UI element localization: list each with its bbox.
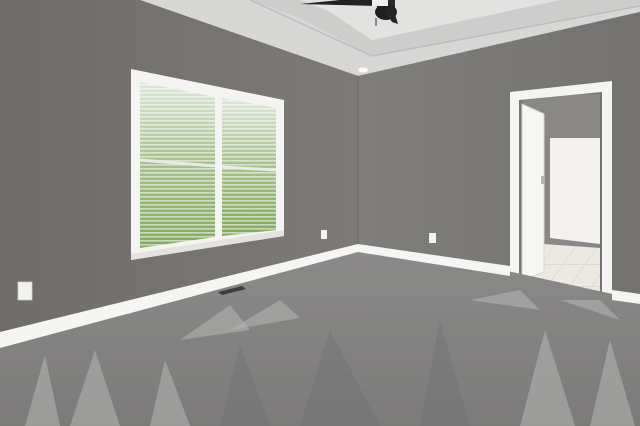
room-scene (0, 0, 640, 426)
bathroom-panel (550, 138, 600, 244)
door-hinge (541, 176, 544, 184)
window (131, 69, 284, 260)
room-photo (0, 0, 640, 426)
electrical-outlet (321, 230, 327, 239)
interior-door[interactable] (521, 103, 545, 281)
open-doorway (510, 81, 612, 298)
electrical-outlet (429, 233, 436, 243)
recessed-light (358, 67, 368, 73)
electrical-outlet (17, 281, 33, 301)
